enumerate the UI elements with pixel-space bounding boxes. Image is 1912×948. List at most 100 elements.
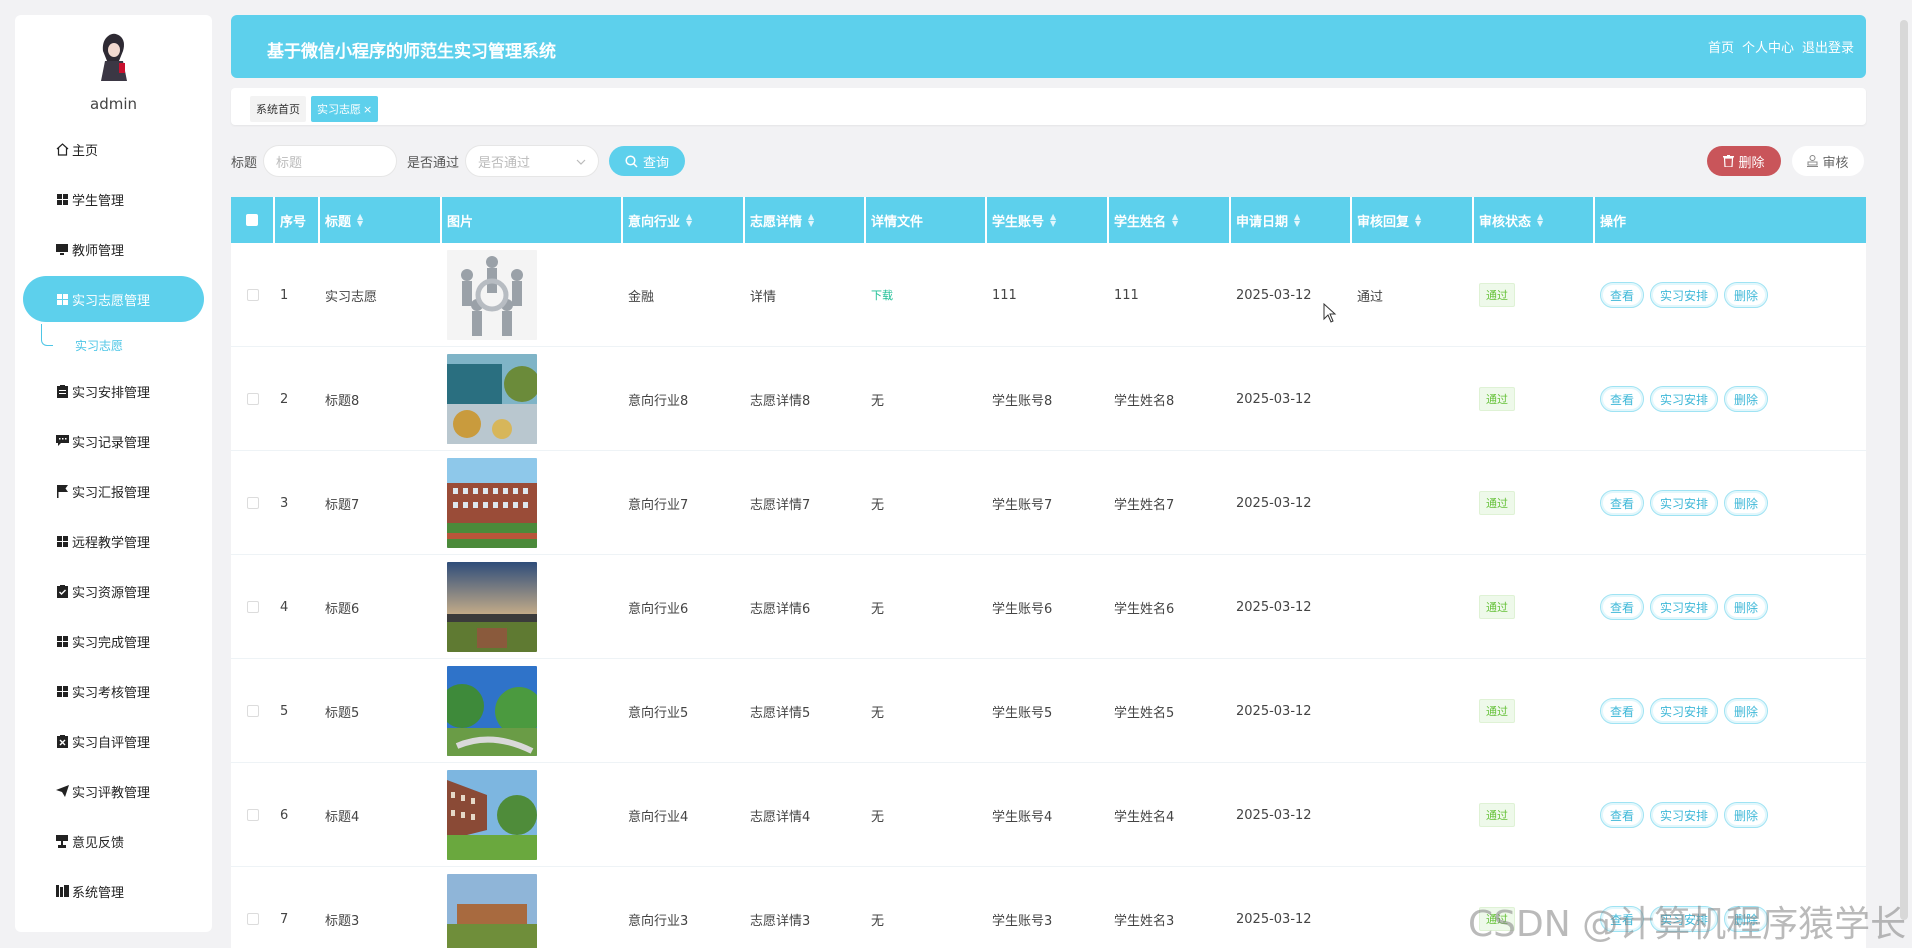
audit-button[interactable]: 审核: [1792, 146, 1864, 176]
thumbnail-image[interactable]: [447, 874, 537, 948]
sidebar-item-teachers[interactable]: 教师管理: [15, 224, 212, 274]
sidebar-item-internship-volunteer[interactable]: 实习志愿管理: [23, 276, 204, 322]
profile-link[interactable]: 个人中心: [1742, 37, 1794, 56]
close-icon[interactable]: ×: [363, 103, 372, 116]
cell-image: [442, 867, 537, 948]
thumbnail-image[interactable]: [447, 250, 537, 340]
arrange-button[interactable]: 实习安排: [1650, 698, 1719, 724]
cell-image: [442, 763, 537, 867]
column-header-detail[interactable]: 志愿详情 ▲ ▼: [745, 197, 866, 243]
download-link[interactable]: 下载: [871, 287, 893, 303]
view-button[interactable]: 查看: [1600, 490, 1645, 516]
table-row: 1 实习志愿 金融 详情 下载 111 111 2025-03-12 通过 通过 查看 实习安排 删除: [231, 243, 1866, 347]
row-delete-button[interactable]: 删除: [1724, 698, 1769, 724]
tabs-bar: 系统首页 实习志愿 ×: [231, 88, 1866, 125]
checkbox-cell: [231, 347, 275, 451]
row-delete-button[interactable]: 删除: [1724, 386, 1769, 412]
avatar[interactable]: [93, 31, 133, 83]
thumbnail-image[interactable]: [447, 666, 537, 756]
cell-actions: 查看 实习安排 删除: [1595, 763, 1774, 867]
clipboard-x-icon: [55, 734, 69, 748]
column-header-name[interactable]: 学生姓名 ▲ ▼: [1109, 197, 1231, 243]
sort-icon[interactable]: ▲ ▼: [1537, 213, 1543, 228]
view-button[interactable]: 查看: [1600, 802, 1645, 828]
column-header-status[interactable]: 审核状态 ▲ ▼: [1474, 197, 1595, 243]
cell-no: 3: [275, 451, 288, 555]
column-header-account[interactable]: 学生账号 ▲ ▼: [987, 197, 1109, 243]
sidebar-item-arrangement[interactable]: 实习安排管理: [15, 366, 212, 416]
sort-icon[interactable]: ▲ ▼: [1294, 213, 1300, 228]
row-checkbox[interactable]: [247, 497, 259, 509]
row-checkbox[interactable]: [247, 601, 259, 613]
row-no: 6: [280, 807, 289, 823]
sidebar-item-self-evaluation[interactable]: 实习自评管理: [15, 716, 212, 766]
column-header-industry[interactable]: 意向行业 ▲ ▼: [623, 197, 745, 243]
row-checkbox[interactable]: [247, 913, 259, 925]
cell-title: 标题5: [320, 659, 359, 763]
row-delete-button[interactable]: 删除: [1724, 490, 1769, 516]
cell-no: 1: [275, 243, 288, 347]
tab-volunteer[interactable]: 实习志愿 ×: [311, 96, 379, 122]
arrange-button[interactable]: 实习安排: [1650, 802, 1719, 828]
column-header-date[interactable]: 申请日期 ▲ ▼: [1231, 197, 1352, 243]
sidebar-item-teaching-evaluation[interactable]: 实习评教管理: [15, 766, 212, 816]
tab-home[interactable]: 系统首页: [250, 96, 306, 122]
view-button[interactable]: 查看: [1600, 282, 1645, 308]
title-input[interactable]: 标题: [263, 145, 398, 177]
arrange-button[interactable]: 实习安排: [1650, 282, 1719, 308]
sidebar-item-records[interactable]: 实习记录管理: [15, 416, 212, 466]
row-delete-button[interactable]: 删除: [1724, 594, 1769, 620]
cell-name: 学生姓名5: [1109, 659, 1174, 763]
sidebar-item-completion[interactable]: 实习完成管理: [15, 616, 212, 666]
cell-industry: 意向行业3: [623, 867, 688, 948]
row-name: 111: [1114, 287, 1139, 303]
sort-icon[interactable]: ▲ ▼: [1172, 213, 1178, 228]
pass-select[interactable]: 是否通过: [465, 145, 600, 177]
row-checkbox[interactable]: [247, 705, 259, 717]
search-button[interactable]: 查询: [609, 146, 686, 176]
sidebar-item-remote-teaching[interactable]: 远程教学管理: [15, 516, 212, 566]
pass-filter-label: 是否通过: [407, 155, 460, 171]
thumbnail-image[interactable]: [447, 770, 537, 860]
delete-button[interactable]: 删除: [1707, 146, 1781, 176]
view-button[interactable]: 查看: [1600, 594, 1645, 620]
cell-detail: 志愿详情5: [745, 659, 810, 763]
sidebar-item-home[interactable]: 主页: [15, 124, 212, 174]
scrollbar[interactable]: [1900, 20, 1908, 920]
sort-icon[interactable]: ▲ ▼: [686, 213, 692, 228]
thumbnail-image[interactable]: [447, 458, 537, 548]
cell-account: 学生账号8: [987, 347, 1052, 451]
sidebar-item-system[interactable]: 系统管理: [15, 866, 212, 916]
sort-icon[interactable]: ▲ ▼: [808, 213, 814, 228]
column-label: 操作: [1600, 214, 1627, 230]
arrange-button[interactable]: 实习安排: [1650, 594, 1719, 620]
thumbnail-image[interactable]: [447, 354, 537, 444]
arrange-button[interactable]: 实习安排: [1650, 386, 1719, 412]
column-header-title[interactable]: 标题 ▲ ▼: [320, 197, 442, 243]
sidebar-item-feedback[interactable]: 意见反馈: [15, 816, 212, 866]
row-checkbox[interactable]: [247, 393, 259, 405]
arrange-button[interactable]: 实习安排: [1650, 490, 1719, 516]
row-checkbox[interactable]: [247, 289, 259, 301]
sort-icon[interactable]: ▲ ▼: [1415, 213, 1421, 228]
view-button[interactable]: 查看: [1600, 386, 1645, 412]
view-button[interactable]: 查看: [1600, 698, 1645, 724]
column-header-reply[interactable]: 审核回复 ▲ ▼: [1352, 197, 1474, 243]
logout-link[interactable]: 退出登录: [1802, 37, 1854, 56]
select-all-checkbox[interactable]: [246, 214, 258, 226]
row-checkbox[interactable]: [247, 809, 259, 821]
sidebar-item-resources[interactable]: 实习资源管理: [15, 566, 212, 616]
sort-icon[interactable]: ▲ ▼: [1050, 213, 1056, 228]
sort-icon[interactable]: ▲ ▼: [357, 213, 363, 228]
home-link[interactable]: 首页: [1708, 37, 1734, 56]
sidebar-item-students[interactable]: 学生管理: [15, 174, 212, 224]
sidebar-item-label: 实习完成管理: [72, 635, 151, 651]
row-delete-button[interactable]: 删除: [1724, 802, 1769, 828]
row-delete-button[interactable]: 删除: [1724, 282, 1769, 308]
status-badge: 通过: [1479, 283, 1515, 307]
sidebar-item-assessment[interactable]: 实习考核管理: [15, 666, 212, 716]
sidebar-item-reports[interactable]: 实习汇报管理: [15, 466, 212, 516]
cell-industry: 意向行业5: [623, 659, 688, 763]
sidebar-subitem-volunteer[interactable]: 实习志愿: [15, 324, 212, 366]
thumbnail-image[interactable]: [447, 562, 537, 652]
